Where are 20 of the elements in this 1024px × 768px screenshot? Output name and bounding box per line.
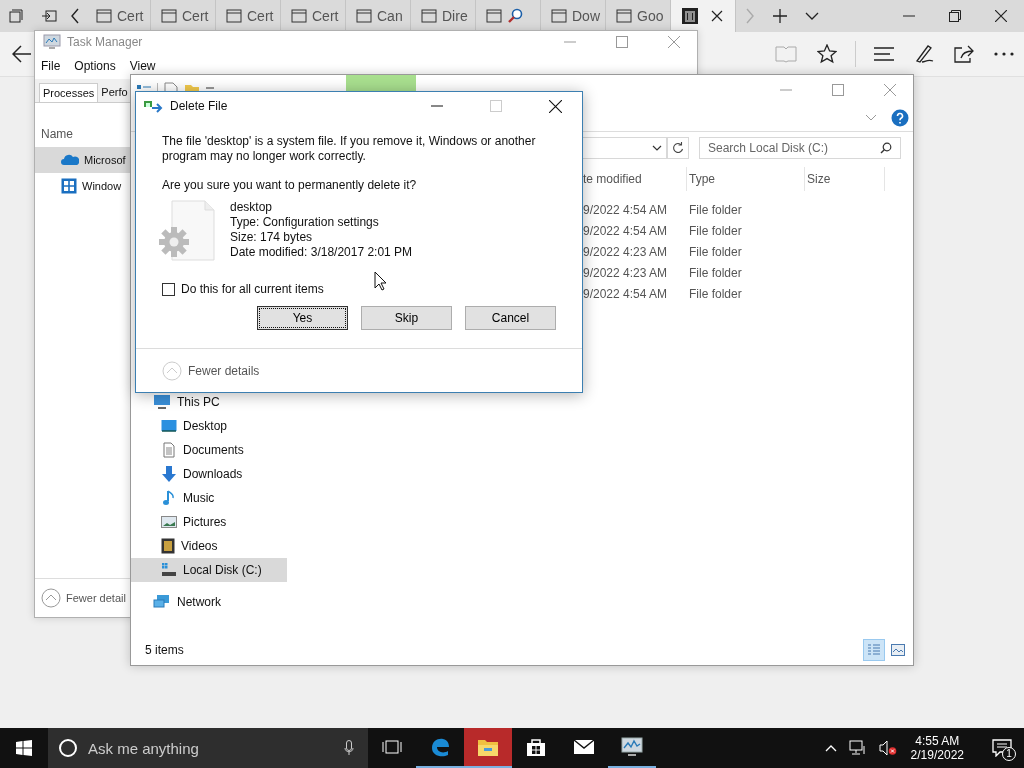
date-cell-text: 9/2022 4:23 AM bbox=[582, 244, 669, 259]
type-cell-text: File folder bbox=[688, 286, 743, 301]
window-title: Task Manager bbox=[67, 35, 143, 49]
item-count: 5 items bbox=[145, 643, 184, 657]
date-cell-text: 9/2022 4:54 AM bbox=[582, 202, 669, 217]
file-name: desktop bbox=[230, 200, 274, 215]
type-cell-text: File folder bbox=[688, 202, 743, 217]
type-cell-text: File folder bbox=[688, 223, 743, 238]
warning-message: The file 'desktop' is a system file. If you remove it, Windows or another program may no longer work correctly. bbox=[162, 134, 537, 164]
file-detail: Date modified: 3/18/2017 2:01 PM bbox=[230, 245, 413, 260]
type-cell-text: File folder bbox=[688, 265, 743, 280]
dialog-title: Delete File bbox=[170, 99, 228, 113]
date-cell-text: 9/2022 4:54 AM bbox=[582, 286, 669, 301]
file-detail: Size: 174 bytes bbox=[230, 230, 314, 245]
type-cell-text: File folder bbox=[688, 244, 743, 259]
file-detail: Type: Configuration settings bbox=[230, 215, 380, 230]
date-cell-text: 9/2022 4:54 AM bbox=[582, 223, 669, 238]
notification-count-badge: 1 bbox=[1002, 747, 1016, 761]
confirmation-question: Are you sure you want to permanently delete it? bbox=[162, 178, 417, 192]
date-cell-text: 9/2022 4:23 AM bbox=[582, 265, 669, 280]
